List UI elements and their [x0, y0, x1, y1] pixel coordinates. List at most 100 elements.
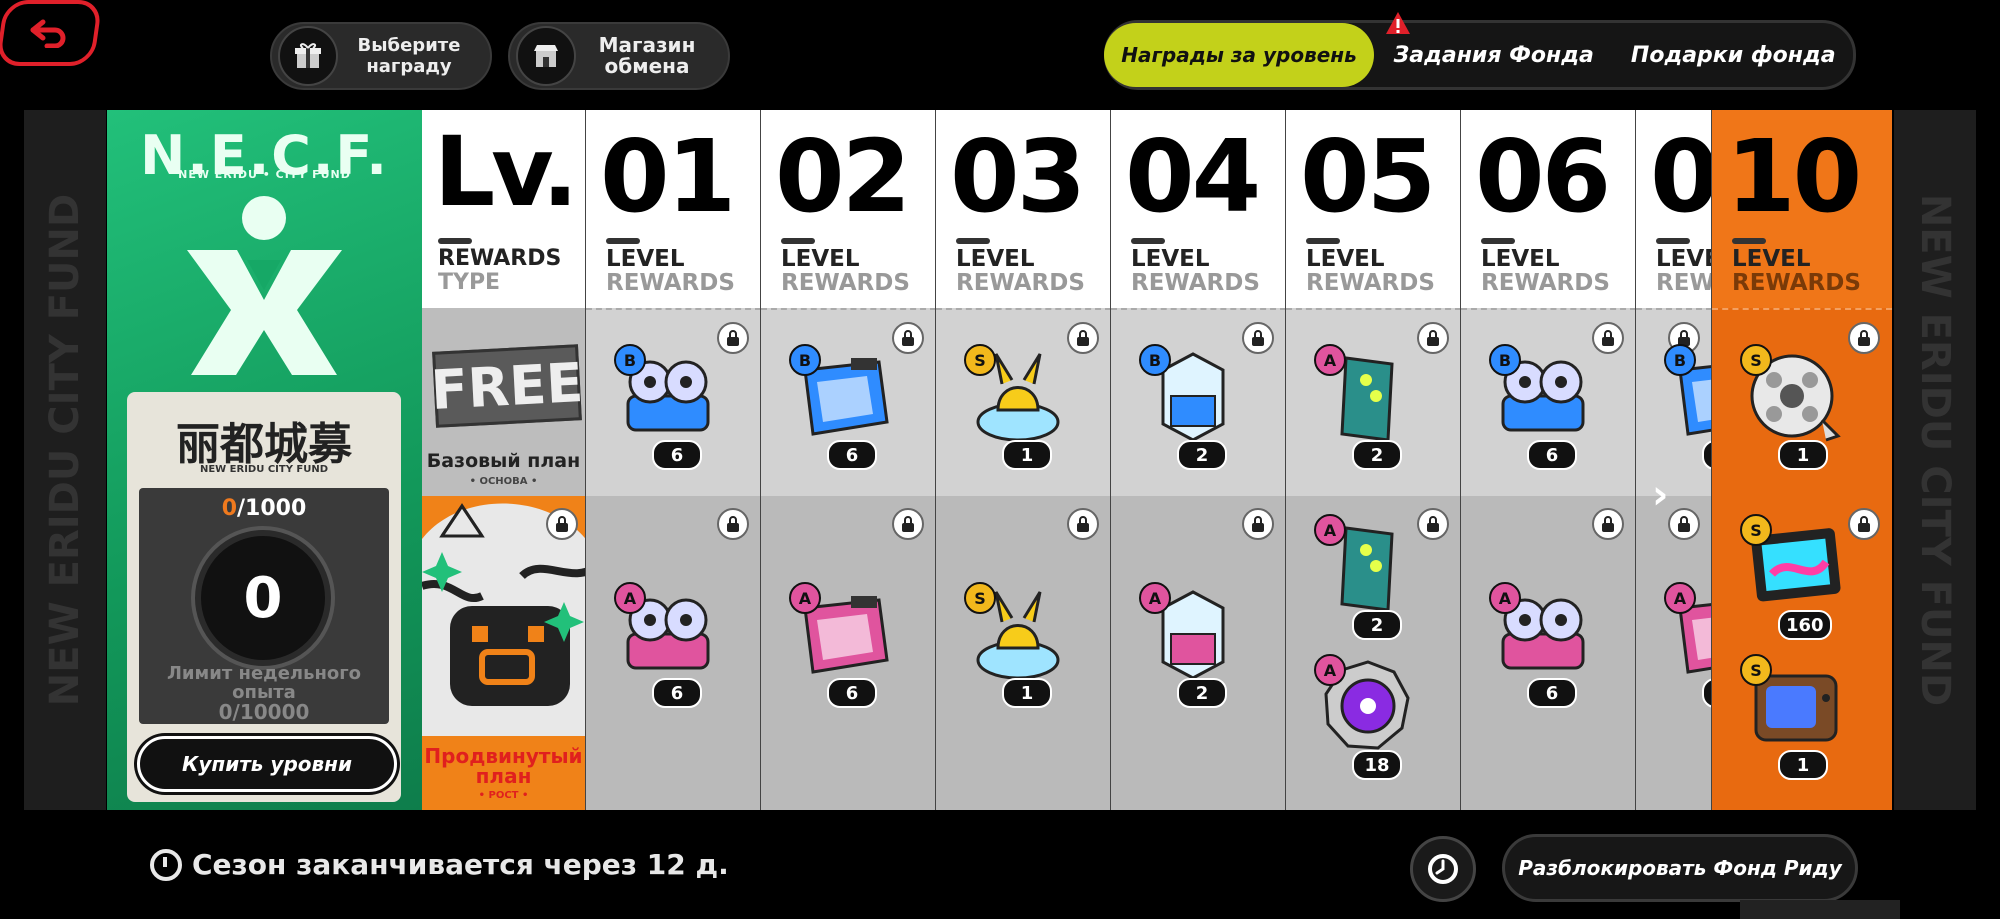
back-button[interactable] — [0, 0, 103, 66]
side-strip-text: NEW ERIDU CITY FUND — [42, 193, 88, 707]
free-badge: FREE — [429, 344, 585, 428]
weekly-xp-value: 0/10000 — [218, 700, 310, 724]
reward-item[interactable]: A2 — [1308, 510, 1428, 640]
level-column: 05 LEVEL REWARDS A 2 A 2 A 18 — [1285, 110, 1461, 810]
quantity-badge: 6 — [1527, 678, 1577, 708]
premium-reward-slot: A2 — [1111, 496, 1286, 810]
tab-level-rewards[interactable]: Награды за уровень — [1104, 23, 1374, 87]
reward-item[interactable]: S1 — [1734, 650, 1854, 780]
base-plan-label: Базовый план — [426, 450, 581, 472]
level-label: LEVEL — [956, 246, 1035, 272]
level-label: LEVEL — [1481, 246, 1560, 272]
level-number: 06 — [1475, 118, 1611, 235]
level-number: 04 — [1125, 118, 1261, 235]
reward-item[interactable]: A6 — [783, 578, 903, 708]
type-label: TYPE — [438, 270, 501, 295]
choose-reward-button[interactable]: Выберите награду — [270, 22, 492, 90]
premium-reward-slot: A6 — [1461, 496, 1636, 810]
reward-item[interactable]: A6 — [608, 578, 728, 708]
rank-badge: S — [1740, 514, 1772, 546]
home-indicator — [1740, 900, 1900, 919]
advanced-plan-label: Продвинутый план — [424, 744, 583, 788]
reward-item[interactable]: S 160 — [1734, 510, 1854, 640]
back-arrow-icon — [30, 19, 66, 48]
level-column: 02 LEVEL REWARDS B 6 A 6 — [760, 110, 936, 810]
clock-icon — [150, 848, 182, 881]
reward-item[interactable]: S1 — [958, 340, 1078, 470]
alert-icon — [1386, 12, 1410, 34]
premium-reward-slot: S 160 S 1 — [1712, 496, 1892, 810]
unlock-fund-button[interactable]: Разблокировать Фонд Риду — [1502, 834, 1858, 902]
rank-badge: A — [1489, 582, 1521, 614]
reward-item[interactable]: A6 — [1483, 578, 1603, 708]
rank-badge: S — [964, 344, 996, 376]
tab-fund-tasks[interactable]: Задания Фонда — [1374, 43, 1614, 68]
rank-badge: B — [614, 344, 646, 376]
rank-badge: A — [789, 582, 821, 614]
scroll-right-arrow-icon[interactable]: › — [1652, 472, 1668, 518]
level-progress-box: 0/1000 0 Лимит недельного опыта 0/10000 — [139, 488, 389, 724]
lock-icon — [1668, 508, 1700, 540]
dash-divider — [1131, 238, 1165, 244]
current-level: 0 — [195, 530, 331, 666]
level-number: 07 — [1650, 118, 1712, 235]
free-reward-slot: B6 — [1461, 308, 1636, 498]
reward-item[interactable]: S1 — [1734, 340, 1854, 470]
dash-divider — [1732, 238, 1766, 244]
level-header: 07 LEVELREWARDS — [1636, 110, 1712, 308]
reward-item[interactable]: B6 — [1483, 340, 1603, 470]
exchange-shop-label: Магазин обмена — [576, 35, 728, 77]
history-button[interactable] — [1410, 836, 1476, 902]
quantity-badge: 6 — [652, 440, 702, 470]
free-reward-slot: A2 — [1286, 308, 1461, 498]
level-number: 10 — [1726, 118, 1862, 235]
fund-logo-sub: NEW ERIDU • CITY FUND — [178, 168, 351, 181]
quantity-badge: 1 — [1778, 750, 1828, 780]
level-label: LEVEL — [606, 246, 685, 272]
level-column: 06 LEVEL REWARDS B 6 A 6 — [1460, 110, 1636, 810]
reward-item[interactable]: S1 — [958, 578, 1078, 708]
reward-item[interactable]: B6 — [608, 340, 728, 470]
quantity-badge: 2 — [1177, 440, 1227, 470]
rank-badge: A — [614, 582, 646, 614]
level-label: LEVEL — [1732, 246, 1811, 272]
quantity-badge: 6 — [1527, 440, 1577, 470]
reward-item[interactable]: A 18 — [1308, 650, 1428, 780]
lock-icon — [1592, 508, 1624, 540]
buy-levels-button[interactable]: Купить уровни — [137, 736, 397, 792]
base-plan-sub: • ОСНОВА • — [469, 476, 538, 487]
rewards-track: NEW ERIDU CITY FUND NEW ERIDU CITY FUND … — [0, 110, 2000, 810]
exchange-shop-button[interactable]: Магазин обмена — [508, 22, 730, 90]
quantity-badge: 18 — [1352, 750, 1402, 780]
reward-item[interactable]: A6 — [1658, 578, 1712, 708]
xp-current: 0 — [221, 496, 238, 521]
tab-fund-gifts[interactable]: Подарки фонда — [1614, 43, 1854, 68]
xp-counter: 0/1000 — [139, 496, 389, 521]
side-strip-text: NEW ERIDU CITY FUND — [1912, 193, 1958, 707]
dash-divider — [438, 238, 472, 244]
level-column: 07 LEVELREWARDS B6 A6 — [1635, 110, 1712, 810]
quantity-badge: 2 — [1352, 610, 1402, 640]
quantity-badge: 6 — [827, 440, 877, 470]
rank-badge: B — [1139, 344, 1171, 376]
dash-divider — [956, 238, 990, 244]
quantity-badge: 6 — [652, 678, 702, 708]
premium-reward-slot: S1 — [936, 496, 1111, 810]
reward-item[interactable]: A2 — [1308, 340, 1428, 470]
rewards-label: REWARDS — [1481, 270, 1610, 296]
reward-item[interactable]: B6 — [1658, 340, 1712, 470]
rewards-label: REWARDS — [1732, 270, 1861, 296]
rewards-label: REWARDS — [956, 270, 1085, 296]
level-number: 05 — [1300, 118, 1436, 235]
reward-item[interactable]: A2 — [1133, 578, 1253, 708]
rewards-label: REWARDS — [1306, 270, 1435, 296]
right-side-strip: NEW ERIDU CITY FUND — [1894, 110, 1976, 810]
reward-item[interactable]: B2 — [1133, 340, 1253, 470]
dash-divider — [1306, 238, 1340, 244]
rewards-label: REWARDS — [1131, 270, 1260, 296]
xp-total: /1000 — [237, 496, 307, 521]
rank-badge: B — [1489, 344, 1521, 376]
history-clock-icon — [1428, 854, 1458, 884]
reward-item[interactable]: B6 — [783, 340, 903, 470]
advanced-track-label: Продвинутый план • РОСТ • — [422, 496, 585, 810]
